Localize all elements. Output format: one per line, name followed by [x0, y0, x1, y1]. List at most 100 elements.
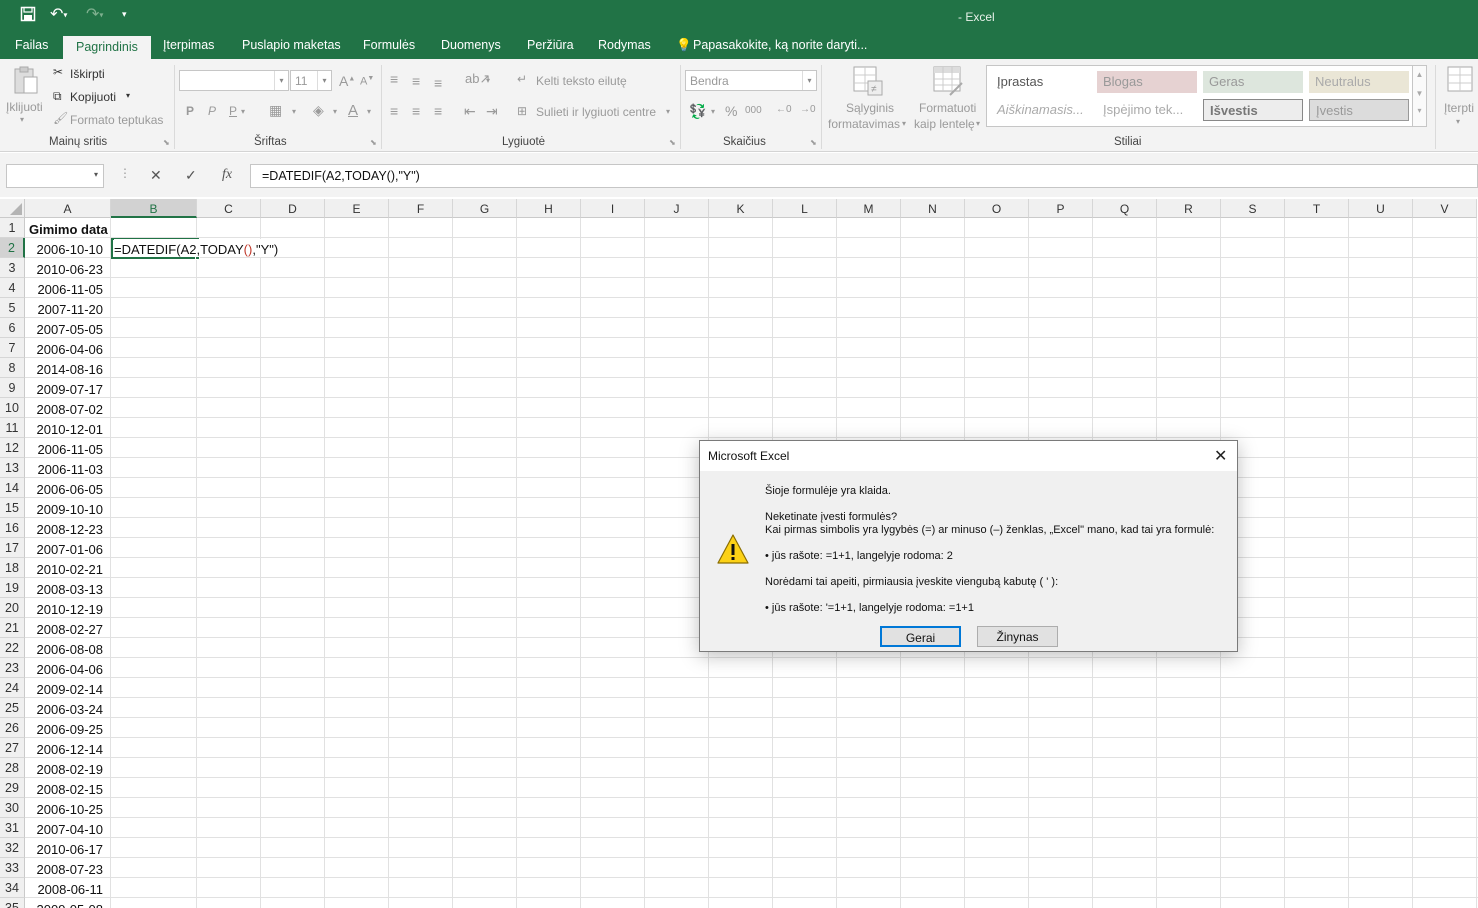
date-cell[interactable]: 2006-09-25: [25, 719, 104, 737]
date-cell[interactable]: 2006-11-05: [25, 279, 103, 297]
row-header[interactable]: 16: [0, 518, 25, 538]
merge-center-icon[interactable]: ⊞: [517, 104, 527, 118]
date-cell[interactable]: 2007-04-10: [25, 819, 104, 837]
format-as-table-icon[interactable]: [932, 65, 964, 100]
row-header[interactable]: 14: [0, 478, 25, 498]
cut-button[interactable]: Iškirpti: [70, 67, 105, 81]
column-header[interactable]: L: [773, 199, 837, 218]
date-cell[interactable]: 2006-03-24: [25, 699, 104, 717]
gallery-up-icon[interactable]: ▲: [1413, 70, 1426, 79]
format-table-dropdown-icon[interactable]: ▾: [976, 119, 980, 128]
date-cell[interactable]: 2006-08-08: [25, 639, 104, 657]
date-cell[interactable]: 2010-02-21: [25, 559, 104, 577]
date-cell[interactable]: 2010-06-23: [25, 259, 104, 277]
row-header[interactable]: 2: [0, 238, 25, 258]
font-size-box[interactable]: 11 ▾: [290, 70, 332, 91]
column-header[interactable]: N: [901, 199, 965, 218]
date-cell[interactable]: 2009-02-14: [25, 679, 104, 697]
date-cell[interactable]: 2006-11-05: [25, 439, 103, 457]
style-explanatory[interactable]: Aiškinamasis...: [991, 99, 1091, 121]
date-cell[interactable]: 2010-06-17: [25, 839, 104, 857]
fill-color-dropdown-icon[interactable]: ▾: [333, 107, 337, 116]
column-header[interactable]: G: [453, 199, 517, 218]
enter-formula-icon[interactable]: ✓: [185, 167, 197, 184]
date-cell[interactable]: 2008-02-27: [25, 619, 104, 637]
underline-dropdown-icon[interactable]: ▾: [241, 107, 245, 116]
format-as-table-button-line2[interactable]: kaip lentelę: [914, 117, 975, 131]
insert-function-icon[interactable]: fx: [222, 167, 232, 183]
row-header[interactable]: 1: [0, 218, 25, 238]
date-cell[interactable]: 2008-07-23: [25, 859, 104, 877]
style-normal[interactable]: Įprastas: [991, 71, 1091, 93]
copy-dropdown-icon[interactable]: ▾: [126, 91, 130, 100]
row-header[interactable]: 15: [0, 498, 25, 518]
column-header[interactable]: M: [837, 199, 901, 218]
font-launcher-icon[interactable]: ⬊: [370, 138, 377, 147]
formula-input[interactable]: =DATEDIF(A2,TODAY(),"Y"): [250, 164, 1478, 188]
alignment-launcher-icon[interactable]: ⬊: [669, 138, 676, 147]
column-header[interactable]: C: [197, 199, 261, 218]
cut-icon[interactable]: ✂: [53, 65, 63, 79]
percent-icon[interactable]: %: [725, 103, 737, 119]
date-cell[interactable]: 2006-04-06: [25, 339, 104, 357]
number-format-box[interactable]: Bendra ▾: [685, 70, 817, 91]
row-header[interactable]: 25: [0, 698, 25, 718]
align-center-icon[interactable]: ≡: [412, 103, 420, 119]
row-header[interactable]: 11: [0, 418, 25, 438]
date-cell[interactable]: 2009-05-08: [25, 899, 104, 908]
align-middle-icon[interactable]: ≡: [412, 73, 420, 89]
row-header[interactable]: 27: [0, 738, 25, 758]
date-cell[interactable]: 2008-06-11: [25, 879, 103, 897]
comma-style-icon[interactable]: 000: [745, 105, 762, 116]
redo-icon[interactable]: ↷▾: [86, 4, 103, 24]
row-header[interactable]: 32: [0, 838, 25, 858]
column-header[interactable]: D: [261, 199, 325, 218]
date-cell[interactable]: 2014-08-16: [25, 359, 104, 377]
conditional-formatting-button-line2[interactable]: formatavimas: [828, 117, 900, 131]
column-header[interactable]: F: [389, 199, 453, 218]
insert-cells-button[interactable]: Įterpti: [1444, 101, 1474, 115]
merge-center-button[interactable]: Sulieti ir lygiuoti centre: [536, 105, 656, 119]
date-cell[interactable]: 2008-03-13: [25, 579, 104, 597]
column-header[interactable]: I: [581, 199, 645, 218]
save-icon[interactable]: [20, 6, 36, 27]
date-cell[interactable]: 2006-06-05: [25, 479, 104, 497]
tab-file[interactable]: Failas: [15, 38, 48, 52]
conditional-formatting-button[interactable]: Sąlyginis: [846, 101, 894, 115]
undo-icon[interactable]: ↶▾: [50, 4, 67, 24]
date-cell[interactable]: 2007-11-20: [25, 299, 103, 317]
column-header[interactable]: B: [111, 199, 197, 218]
decrease-decimal-icon[interactable]: →0: [800, 104, 816, 115]
chevron-down-icon[interactable]: ▾: [274, 71, 288, 90]
tab-page-layout[interactable]: Puslapio maketas: [242, 38, 341, 52]
date-cell[interactable]: 2008-12-23: [25, 519, 104, 537]
number-launcher-icon[interactable]: ⬊: [810, 138, 817, 147]
orientation-dropdown-icon[interactable]: ▾: [486, 76, 490, 85]
row-header[interactable]: 13: [0, 458, 25, 478]
chevron-down-icon[interactable]: ▾: [317, 71, 331, 90]
gallery-more-icon[interactable]: ▾: [1413, 106, 1426, 115]
currency-dropdown-icon[interactable]: ▾: [711, 107, 715, 116]
merge-dropdown-icon[interactable]: ▾: [666, 107, 670, 116]
copy-button[interactable]: Kopijuoti: [70, 90, 116, 104]
style-output[interactable]: Išvestis: [1203, 99, 1303, 121]
font-name-box[interactable]: ▾: [179, 70, 289, 91]
row-header[interactable]: 34: [0, 878, 25, 898]
date-cell[interactable]: 2007-01-06: [25, 539, 104, 557]
row-header[interactable]: 26: [0, 718, 25, 738]
row-header[interactable]: 24: [0, 678, 25, 698]
column-header[interactable]: V: [1413, 199, 1477, 218]
fill-color-icon[interactable]: ◈: [313, 102, 324, 119]
style-bad[interactable]: Blogas: [1097, 71, 1197, 93]
row-header[interactable]: 12: [0, 438, 25, 458]
close-icon[interactable]: ✕: [1214, 446, 1227, 466]
customize-qat-icon[interactable]: ▾: [122, 9, 127, 20]
ok-button[interactable]: Gerai: [880, 626, 961, 647]
date-cell[interactable]: 2006-04-06: [25, 659, 104, 677]
wrap-text-button[interactable]: Kelti teksto eilutę: [536, 74, 627, 88]
tab-review[interactable]: Peržiūra: [527, 38, 574, 52]
row-header[interactable]: 8: [0, 358, 25, 378]
name-box[interactable]: ▾: [6, 164, 104, 188]
row-header[interactable]: 19: [0, 578, 25, 598]
column-header[interactable]: O: [965, 199, 1029, 218]
